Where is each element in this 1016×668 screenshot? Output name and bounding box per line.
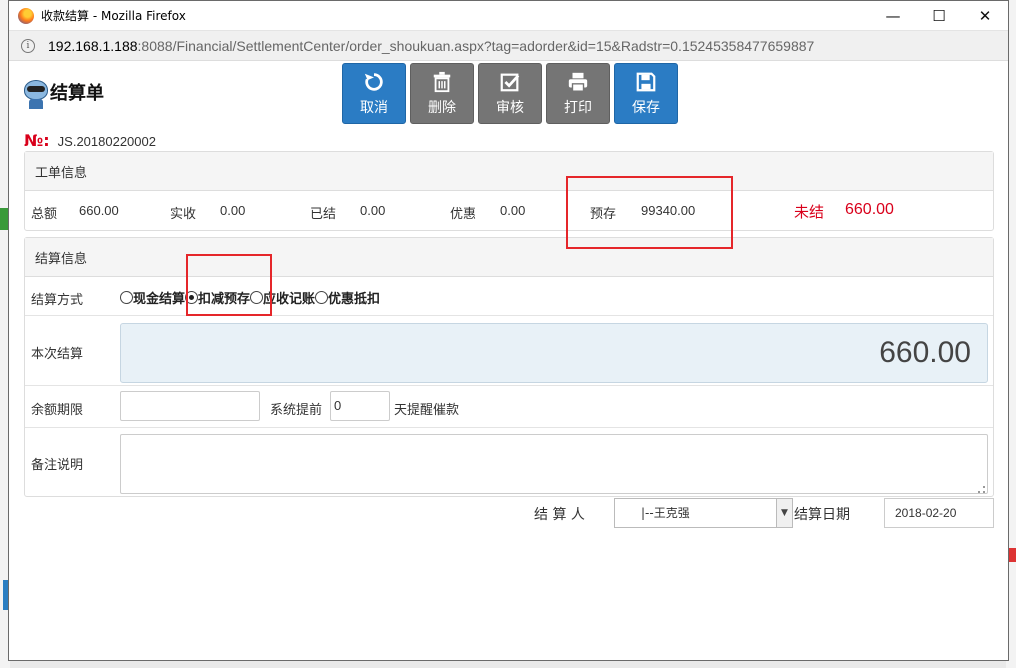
received-label: 实收 bbox=[170, 207, 197, 222]
print-button[interactable]: 打印 bbox=[546, 63, 610, 124]
settled-value: 0.00 bbox=[360, 203, 386, 218]
resize-grip-icon[interactable] bbox=[978, 486, 985, 493]
trash-icon bbox=[433, 71, 451, 92]
date-input[interactable]: 2018-02-20 bbox=[884, 498, 994, 528]
close-button[interactable]: ✕ bbox=[962, 1, 1008, 31]
window-controls: — ☐ ✕ bbox=[870, 1, 1008, 31]
review-button[interactable]: 审核 bbox=[478, 63, 542, 124]
prepaid-label: 预存 bbox=[590, 207, 617, 222]
radio-cash[interactable] bbox=[120, 291, 133, 304]
remind-suffix: 天提醒催款 bbox=[394, 403, 460, 418]
info-icon[interactable]: i bbox=[21, 38, 35, 53]
radio-discount[interactable] bbox=[315, 291, 329, 304]
total-value: 660.00 bbox=[79, 203, 119, 218]
radio-receivable-label[interactable]: 应收记账 bbox=[263, 288, 315, 307]
page-title: 结算单 bbox=[50, 83, 104, 104]
balance-term-label: 余额期限 bbox=[31, 403, 84, 418]
settler-select[interactable]: |--王克强 ▼ bbox=[614, 498, 793, 528]
work-info-row: 总额 660.00 实收 0.00 已结 0.00 优惠 0.00 预存 993… bbox=[25, 191, 993, 231]
window-title: 收款结算 - Mozilla Firefox bbox=[41, 9, 186, 23]
discount-value: 0.00 bbox=[500, 203, 526, 218]
url-text[interactable]: 192.168.1.188:8088/Financial/SettlementC… bbox=[48, 38, 814, 54]
firefox-icon bbox=[18, 7, 34, 24]
floppy-disk-icon bbox=[636, 72, 656, 91]
order-number-value: JS.20180220002 bbox=[57, 134, 156, 149]
popup-window: 收款结算 - Mozilla Firefox — ☐ ✕ i 192.168.1… bbox=[8, 0, 1009, 661]
title-bar: 收款结算 - Mozilla Firefox — ☐ ✕ bbox=[9, 1, 1008, 31]
save-label: 保存 bbox=[632, 99, 660, 116]
work-info-panel: 工单信息 总额 660.00 实收 0.00 已结 0.00 优惠 0.00 预… bbox=[24, 151, 994, 231]
date-label: 结算日期 bbox=[794, 507, 850, 523]
remind-prefix: 系统提前 bbox=[270, 403, 323, 418]
settled-label: 已结 bbox=[310, 207, 337, 222]
page-content: 结算单 取消 删除 审核 打印 保存 №: JS.20180220002 工单信… bbox=[9, 62, 1008, 660]
order-number: №: JS.20180220002 bbox=[24, 131, 156, 150]
prepaid-value: 99340.00 bbox=[641, 203, 696, 218]
delete-label: 删除 bbox=[428, 99, 456, 116]
url-path: :8088/Financial/SettlementCenter/order_s… bbox=[137, 37, 815, 54]
minimize-button[interactable]: — bbox=[870, 1, 916, 31]
radio-cash-label[interactable]: 现金结算 bbox=[133, 288, 185, 307]
printer-icon bbox=[568, 72, 588, 92]
check-square-icon bbox=[500, 73, 520, 91]
review-label: 审核 bbox=[496, 99, 524, 116]
cancel-button[interactable]: 取消 bbox=[342, 63, 406, 124]
settlement-heading: 结算信息 bbox=[25, 238, 993, 277]
footer-row: 结 算 人 |--王克强 ▼ 结算日期 2018-02-20 bbox=[9, 498, 1008, 530]
settler-value: |--王克强 bbox=[641, 506, 690, 520]
background-red-mark bbox=[1008, 548, 1016, 562]
balance-term-input[interactable] bbox=[120, 391, 260, 421]
radio-receivable[interactable] bbox=[250, 291, 264, 304]
remark-textarea[interactable] bbox=[120, 434, 988, 494]
url-bar[interactable]: i 192.168.1.188:8088/Financial/Settlemen… bbox=[9, 31, 1008, 61]
method-label: 结算方式 bbox=[31, 293, 84, 308]
radio-deduct-prepaid[interactable] bbox=[185, 291, 199, 304]
cancel-label: 取消 bbox=[360, 99, 388, 116]
remark-row: 备注说明 bbox=[25, 428, 993, 498]
current-row: 本次结算 660.00 bbox=[25, 316, 993, 386]
work-info-heading: 工单信息 bbox=[25, 152, 993, 191]
print-label: 打印 bbox=[564, 99, 592, 116]
unsettled-label: 未结 bbox=[794, 203, 825, 221]
balance-term-row: 余额期限 系统提前 0 天提醒催款 bbox=[25, 386, 993, 428]
remind-days-input[interactable]: 0 bbox=[330, 391, 390, 421]
radio-deduct-prepaid-label[interactable]: 扣减预存 bbox=[198, 288, 250, 307]
undo-icon bbox=[364, 72, 383, 91]
chevron-down-icon[interactable]: ▼ bbox=[776, 499, 792, 527]
delete-button[interactable]: 删除 bbox=[410, 63, 474, 124]
background-green-tab bbox=[0, 208, 8, 230]
method-row: 结算方式 现金结算 扣减预存 应收记账 优惠抵扣 bbox=[25, 277, 993, 316]
received-value: 0.00 bbox=[220, 203, 246, 218]
total-label: 总额 bbox=[31, 207, 58, 222]
unsettled-value: 660.00 bbox=[845, 201, 894, 218]
radio-discount-label[interactable]: 优惠抵扣 bbox=[328, 288, 380, 307]
current-label: 本次结算 bbox=[31, 347, 84, 362]
current-amount: 660.00 bbox=[120, 323, 988, 383]
save-button[interactable]: 保存 bbox=[614, 63, 678, 124]
toolbar: 取消 删除 审核 打印 保存 bbox=[342, 63, 682, 124]
remark-label: 备注说明 bbox=[31, 458, 84, 473]
discount-label: 优惠 bbox=[450, 207, 477, 222]
order-number-label: №: bbox=[24, 131, 50, 150]
logo: 结算单 bbox=[24, 74, 104, 110]
method-radio-group: 现金结算 扣减预存 应收记账 优惠抵扣 bbox=[120, 288, 380, 307]
settlement-panel: 结算信息 结算方式 现金结算 扣减预存 应收记账 优惠抵扣 本次结算 660.0… bbox=[24, 237, 994, 497]
maximize-button[interactable]: ☐ bbox=[916, 1, 962, 31]
url-host: 192.168.1.188 bbox=[48, 37, 138, 54]
mascot-icon bbox=[24, 74, 48, 110]
settler-label: 结 算 人 bbox=[534, 507, 585, 523]
